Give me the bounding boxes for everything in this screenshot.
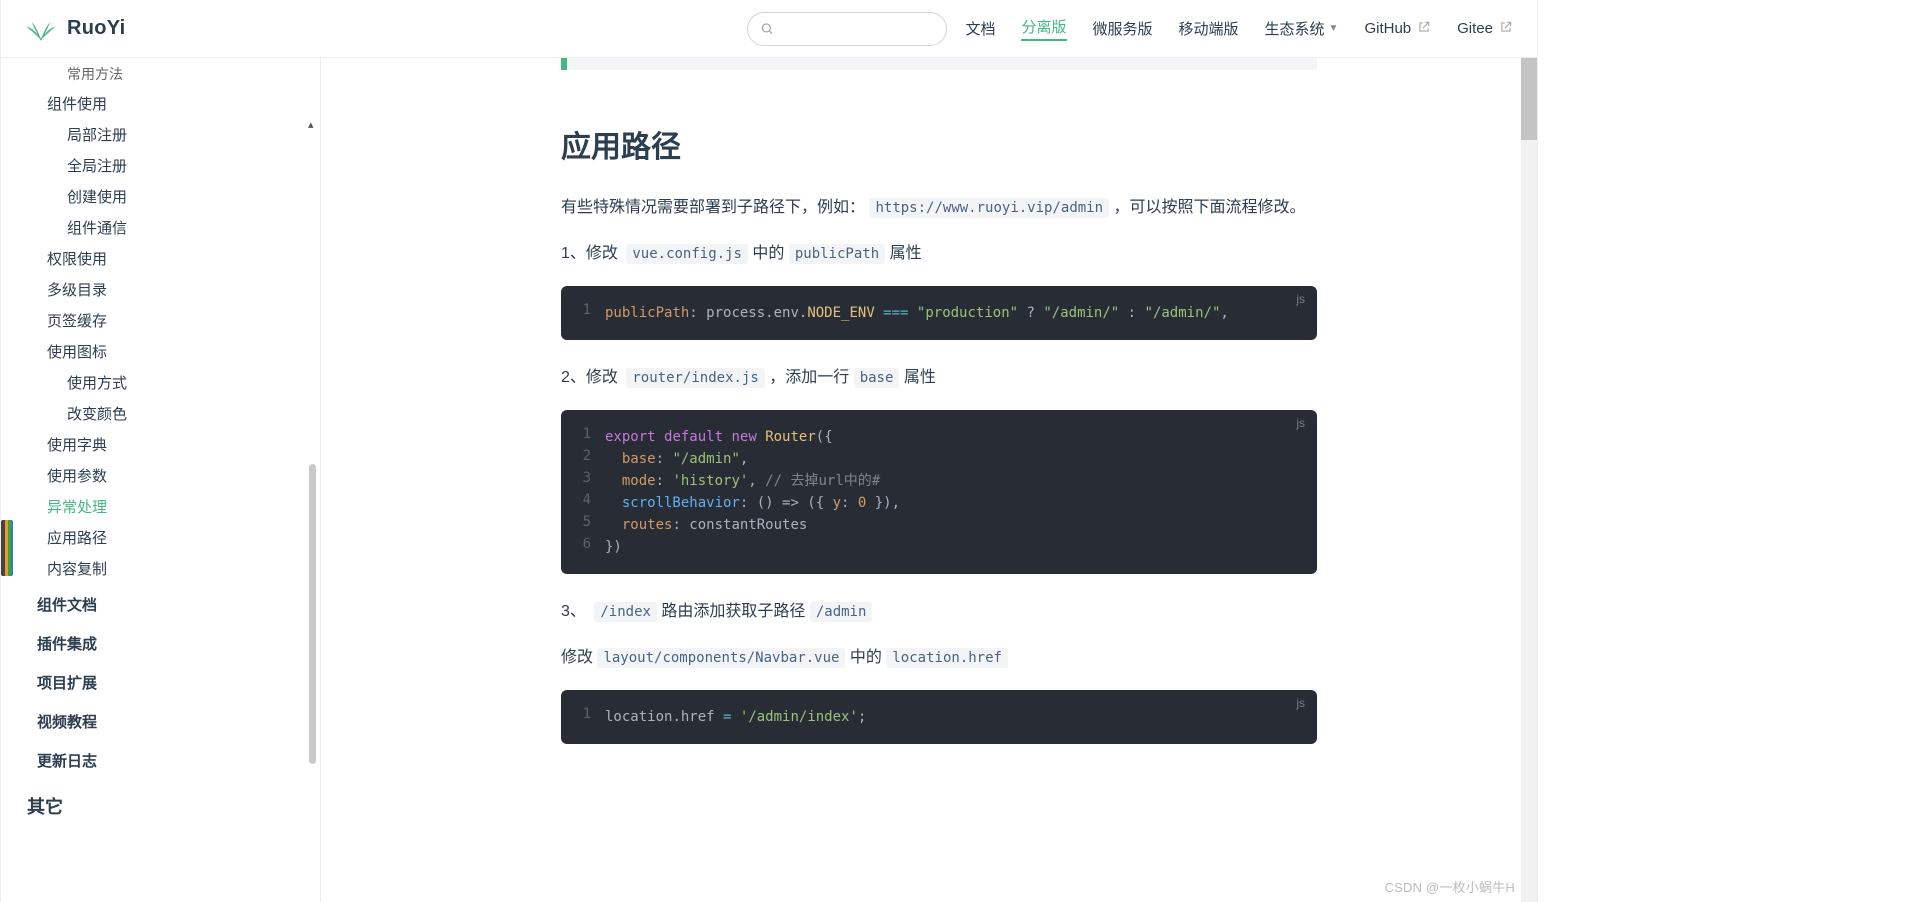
sidebar-section-other: 其它 (1, 779, 320, 825)
sidebar-item[interactable]: 使用字典 (1, 429, 320, 460)
modify-line: 修改 layout/components/Navbar.vue 中的 locat… (561, 644, 1317, 672)
sidebar-root[interactable]: 视频教程 (1, 701, 320, 740)
step2-mid: ，添加一行 (769, 369, 853, 386)
sidebar-root[interactable]: 插件集成 (1, 623, 320, 662)
code-lang: js (1296, 696, 1305, 710)
sidebar-item-truncated[interactable]: 常用方法 (1, 62, 320, 88)
sidebar-item[interactable]: 内容复制 (1, 553, 320, 584)
modify-prop: location.href (886, 648, 1008, 668)
code-lang: js (1296, 416, 1305, 430)
nav-mobile[interactable]: 移动端版 (1179, 18, 1239, 39)
modify-mid: 中的 (850, 649, 886, 666)
side-widget-icon[interactable] (1, 520, 13, 576)
nav-gitee[interactable]: Gitee (1457, 20, 1513, 38)
nav-github-label: GitHub (1364, 20, 1411, 37)
sidebar-root[interactable]: 项目扩展 (1, 662, 320, 701)
modify-file: layout/components/Navbar.vue (597, 648, 845, 668)
sidebar-item[interactable]: 页签缓存 (1, 305, 320, 336)
sidebar-item[interactable]: 权限使用 (1, 243, 320, 274)
nav-ecosystem-label: 生态系统 (1265, 18, 1325, 39)
sidebar-item[interactable]: 全局注册 (1, 150, 320, 181)
step1-suffix: 属性 (890, 245, 922, 262)
nav-ecosystem[interactable]: 生态系统 ▼ (1265, 18, 1339, 39)
line-number: 1 (561, 302, 605, 324)
step3-index: /index (594, 602, 657, 622)
nav-github[interactable]: GitHub (1364, 20, 1431, 38)
sidebar-item[interactable]: 使用图标 (1, 336, 320, 367)
code-block-3: js 1location.href = '/admin/index'; (561, 690, 1317, 744)
lead-suffix: ，可以按照下面流程修改。 (1114, 199, 1306, 216)
step1-prop: publicPath (789, 244, 885, 264)
brand-text: RuoYi (67, 17, 126, 40)
chevron-down-icon: ▼ (1329, 23, 1339, 34)
modify-prefix: 修改 (561, 649, 597, 666)
content: 应用路径 有些特殊情况需要部署到子路径下，例如： https://www.ruo… (321, 58, 1537, 902)
sidebar-item[interactable]: 改变颜色 (1, 398, 320, 429)
sidebar-item-active[interactable]: 异常处理 (1, 491, 320, 522)
step1-mid: 中的 (752, 245, 788, 262)
step2-prop: base (854, 368, 900, 388)
sidebar-item[interactable]: 组件通信 (1, 212, 320, 243)
scrollbar-thumb[interactable] (309, 464, 316, 764)
code-block-2: js 1export default new Router({ 2 base: … (561, 410, 1317, 574)
sidebar-root[interactable]: 组件文档 (1, 584, 320, 623)
tip-block-remnant (561, 58, 1317, 70)
step1-prefix: 1、修改 (561, 245, 622, 262)
watermark: CSDN @一枚小蜗牛H (1385, 877, 1515, 896)
step3-prefix: 3、 (561, 603, 590, 620)
step3-admin: /admin (810, 602, 873, 622)
code-line: 1 publicPath: process.env.NODE_ENV === "… (561, 302, 1299, 324)
code-lang: js (1296, 292, 1305, 306)
page-title: 应用路径 (561, 122, 1317, 166)
sidebar-item[interactable]: 应用路径 (1, 522, 320, 553)
step2-file: router/index.js (626, 368, 764, 388)
lead-prefix: 有些特殊情况需要部署到子路径下，例如： (561, 199, 865, 216)
sidebar-item[interactable]: 使用参数 (1, 460, 320, 491)
sidebar-root[interactable]: 更新日志 (1, 740, 320, 779)
sidebar-item[interactable]: 局部注册 (1, 119, 320, 150)
nav-docs[interactable]: 文档 (965, 18, 995, 39)
body: 常用方法 组件使用 局部注册 全局注册 创建使用 组件通信 权限使用 多级目录 … (1, 58, 1537, 902)
sidebar-item[interactable]: 多级目录 (1, 274, 320, 305)
header: RuoYi 文档 分离版 微服务版 移动端版 生态系统 ▼ GitHub Git… (1, 0, 1537, 58)
page-scrollbar[interactable] (1521, 0, 1537, 902)
lead-paragraph: 有些特殊情况需要部署到子路径下，例如： https://www.ruoyi.vi… (561, 194, 1317, 222)
step-3: 3、 /index 路由添加获取子路径 /admin (561, 598, 1317, 626)
app-root: RuoYi 文档 分离版 微服务版 移动端版 生态系统 ▼ GitHub Git… (0, 0, 1538, 902)
step3-mid: 路由添加获取子路径 (661, 603, 809, 620)
nav-links: 文档 分离版 微服务版 移动端版 生态系统 ▼ GitHub Gitee (965, 16, 1513, 41)
search-input[interactable] (774, 21, 934, 37)
sidebar: 常用方法 组件使用 局部注册 全局注册 创建使用 组件通信 权限使用 多级目录 … (1, 58, 321, 902)
external-link-icon (1497, 20, 1513, 38)
nav-cloud[interactable]: 微服务版 (1093, 18, 1153, 39)
sidebar-scrollbar[interactable]: ▴ (309, 118, 316, 902)
step2-suffix: 属性 (904, 369, 936, 386)
sidebar-item-components[interactable]: 组件使用 (1, 88, 320, 119)
step2-prefix: 2、修改 (561, 369, 622, 386)
nav-gitee-label: Gitee (1457, 20, 1493, 37)
plant-icon (25, 13, 57, 45)
code-block-1: js 1 publicPath: process.env.NODE_ENV ==… (561, 286, 1317, 340)
step-1: 1、修改 vue.config.js 中的 publicPath 属性 (561, 240, 1317, 268)
external-link-icon (1415, 20, 1431, 38)
nav-separate[interactable]: 分离版 (1021, 16, 1066, 41)
lead-url-chip: https://www.ruoyi.vip/admin (869, 198, 1109, 218)
search-box[interactable] (747, 12, 947, 46)
sidebar-item[interactable]: 创建使用 (1, 181, 320, 212)
search-icon (760, 21, 774, 36)
scroll-up-icon[interactable]: ▴ (308, 118, 314, 131)
logo[interactable]: RuoYi (25, 13, 126, 45)
step1-file: vue.config.js (626, 244, 748, 264)
content-inner: 应用路径 有些特殊情况需要部署到子路径下，例如： https://www.ruo… (561, 58, 1317, 744)
step-2: 2、修改 router/index.js ，添加一行 base 属性 (561, 364, 1317, 392)
sidebar-item[interactable]: 使用方式 (1, 367, 320, 398)
